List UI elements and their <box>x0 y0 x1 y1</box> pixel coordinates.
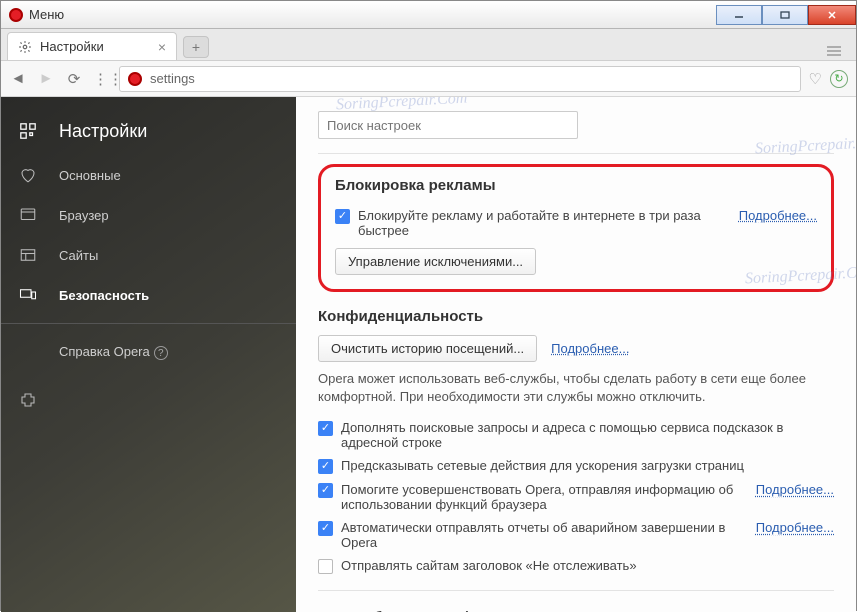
privacy-checkbox[interactable]: ✓ <box>318 421 333 436</box>
menu-button[interactable]: Меню <box>29 7 64 22</box>
help-icon: ? <box>154 346 168 360</box>
grid-icon <box>17 120 39 142</box>
puzzle-icon <box>17 389 39 411</box>
address-text: settings <box>150 71 195 86</box>
privacy-opt-label: Предсказывать сетевые действия для ускор… <box>341 458 834 473</box>
clear-history-button[interactable]: Очистить историю посещений... <box>318 335 537 362</box>
gear-icon <box>18 40 32 54</box>
adblock-label: Блокируйте рекламу и работайте в интерне… <box>358 208 731 238</box>
section-title: Блокировка рекламы <box>335 177 817 194</box>
heart-icon <box>17 164 39 186</box>
tab-title: Настройки <box>40 39 104 54</box>
tabstrip: Настройки × + <box>1 29 856 61</box>
sidebar-item-label: Сайты <box>59 248 98 263</box>
privacy-checkbox[interactable]: ✓ <box>318 521 333 536</box>
adblock-more-link[interactable]: Подробнее... <box>739 208 817 223</box>
sidebar-title: Настройки <box>59 121 147 142</box>
devices-icon <box>17 284 39 306</box>
privacy-more-link[interactable]: Подробнее... <box>551 341 629 356</box>
sidebar: Настройки Основные Браузер Сайты Безопас… <box>1 97 296 612</box>
sidebar-item-label: Справка Opera? <box>59 344 168 360</box>
tab-settings[interactable]: Настройки × <box>7 32 177 60</box>
privacy-description: Opera может использовать веб-службы, что… <box>318 370 834 406</box>
sidebar-item-help[interactable]: Справка Opera? <box>1 332 296 372</box>
adblock-exceptions-button[interactable]: Управление исключениями... <box>335 248 536 275</box>
sidebar-divider <box>1 323 296 324</box>
privacy-opt-row: ✓ Отправлять сайтам заголовок «Не отслеж… <box>318 554 834 578</box>
tab-close-icon[interactable]: × <box>158 39 166 55</box>
privacy-opt-label: Автоматически отправлять отчеты об авари… <box>341 520 748 550</box>
adblock-checkbox-row: ✓ Блокируйте рекламу и работайте в интер… <box>335 204 817 242</box>
section-privacy: Конфиденциальность Очистить историю посе… <box>318 308 834 612</box>
divider <box>318 590 834 591</box>
search-settings-input[interactable] <box>318 111 578 139</box>
minimize-button[interactable] <box>716 5 762 25</box>
privacy-opt-label: Дополнять поисковые запросы и адреса с п… <box>341 420 834 450</box>
privacy-opt-row: ✓ Предсказывать сетевые действия для уск… <box>318 454 834 478</box>
navbar: ◄ ► ⟳ ⋮⋮⋮ settings ♡ ↻ <box>1 61 856 97</box>
close-button[interactable] <box>808 5 856 25</box>
sidebar-item-label: Безопасность <box>59 288 149 303</box>
privacy-opt-row: ✓ Помогите усовершенствовать Opera, отпр… <box>318 478 834 516</box>
divider <box>318 153 834 154</box>
privacy-opt-label: Помогите усовершенствовать Opera, отправ… <box>341 482 748 512</box>
section-adblock: Блокировка рекламы ✓ Блокируйте рекламу … <box>318 164 834 292</box>
nav-icons: ◄ ► ⟳ ⋮⋮⋮ <box>9 70 111 88</box>
bookmark-heart-icon[interactable]: ♡ <box>809 70 822 88</box>
opera-icon <box>128 72 142 86</box>
browser-icon <box>17 204 39 226</box>
sites-icon <box>17 244 39 266</box>
window-controls <box>716 5 856 25</box>
privacy-opt-more-link[interactable]: Подробнее... <box>756 482 834 497</box>
address-bar[interactable]: settings <box>119 66 801 92</box>
sidebar-item-sites[interactable]: Сайты <box>1 235 296 275</box>
opera-logo-icon <box>9 8 23 22</box>
watermark: SoringPcrepair.Com <box>754 134 856 159</box>
settings-content: SoringPcrepair.Com SoringPcrepair.Com So… <box>296 97 856 612</box>
section-title: Конфиденциальность <box>318 308 834 325</box>
privacy-checkbox[interactable]: ✓ <box>318 459 333 474</box>
sidebar-item-basic[interactable]: Основные <box>1 155 296 195</box>
privacy-checkbox[interactable]: ✓ <box>318 559 333 574</box>
sidebar-header: Настройки <box>1 107 296 155</box>
sidebar-item-extensions[interactable] <box>1 380 296 420</box>
reload-button[interactable]: ⟳ <box>65 70 83 88</box>
main-area: Настройки Основные Браузер Сайты Безопас… <box>1 97 856 612</box>
new-tab-button[interactable]: + <box>183 36 209 58</box>
panel-toggle-icon[interactable] <box>824 45 844 60</box>
sidebar-item-label: Браузер <box>59 208 109 223</box>
privacy-opt-label: Отправлять сайтам заголовок «Не отслежив… <box>341 558 834 573</box>
privacy-opt-row: ✓ Дополнять поисковые запросы и адреса с… <box>318 416 834 454</box>
speed-dial-button[interactable]: ⋮⋮⋮ <box>93 70 111 88</box>
privacy-opt-more-link[interactable]: Подробнее... <box>756 520 834 535</box>
sync-badge-icon[interactable]: ↻ <box>830 70 848 88</box>
back-button[interactable]: ◄ <box>9 70 27 88</box>
window-titlebar: Меню <box>1 1 856 29</box>
sidebar-item-security[interactable]: Безопасность <box>1 275 296 315</box>
blank-icon <box>17 341 39 363</box>
sidebar-item-label: Основные <box>59 168 121 183</box>
privacy-opt-row: ✓ Автоматически отправлять отчеты об ава… <box>318 516 834 554</box>
adblock-checkbox[interactable]: ✓ <box>335 209 350 224</box>
privacy-checkbox[interactable]: ✓ <box>318 483 333 498</box>
sidebar-item-browser[interactable]: Браузер <box>1 195 296 235</box>
maximize-button[interactable] <box>762 5 808 25</box>
forward-button[interactable]: ► <box>37 70 55 88</box>
